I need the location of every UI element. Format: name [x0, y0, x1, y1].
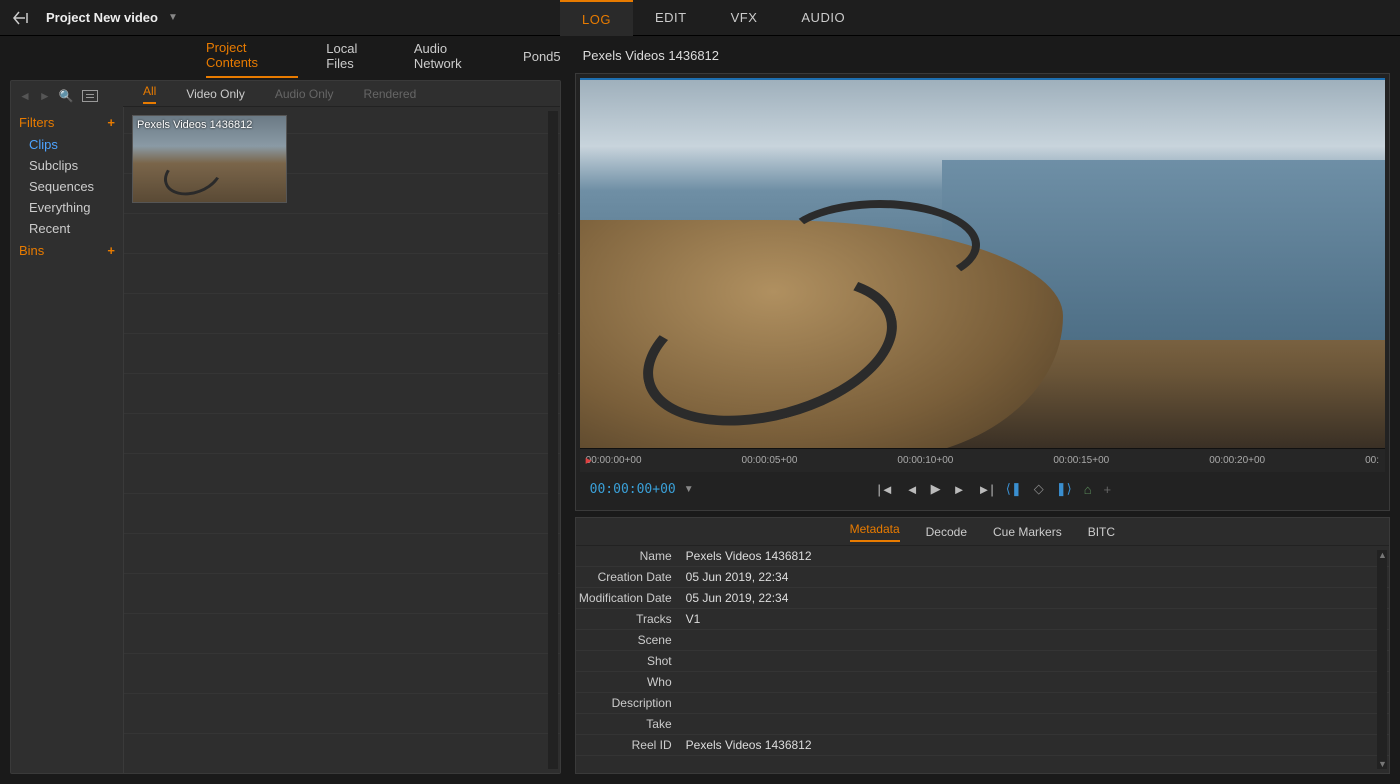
- top-bar: Project New video ▼ LOG EDIT VFX AUDIO: [0, 0, 1400, 36]
- back-icon[interactable]: [12, 8, 32, 28]
- metadata-scrollbar[interactable]: ▲ ▼: [1377, 550, 1387, 769]
- source-tab-pond5[interactable]: Pond5: [523, 49, 561, 70]
- metadata-label: Take: [576, 717, 680, 731]
- metadata-value[interactable]: V1: [680, 612, 1389, 626]
- clip-thumbnail-label: Pexels Videos 1436812: [137, 119, 252, 131]
- nav-back-icon[interactable]: ◄: [19, 89, 31, 103]
- metadata-value[interactable]: 05 Jun 2019, 22:34: [680, 591, 1389, 605]
- filters-header: Filters +: [19, 115, 115, 130]
- filter-subclips[interactable]: Subclips: [19, 155, 115, 176]
- right-panel: Pexels Videos 1436812 ▸ 00:00:00+00 00:0…: [571, 36, 1400, 784]
- tl-mark: 00:00:10+00: [897, 455, 953, 466]
- metadata-label: Tracks: [576, 612, 680, 626]
- metadata-row: Description: [576, 693, 1389, 714]
- metadata-label: Shot: [576, 654, 680, 668]
- mark-in-icon[interactable]: ⟨❚: [1006, 481, 1022, 497]
- left-panel: Project Contents Local Files Audio Netwo…: [0, 36, 571, 784]
- source-tabs: Project Contents Local Files Audio Netwo…: [10, 44, 561, 74]
- tl-mark: 00:00:20+00: [1209, 455, 1265, 466]
- nav-fwd-icon[interactable]: ►: [39, 89, 51, 103]
- view-mode-icon[interactable]: [82, 90, 98, 102]
- tl-mark: 00:00:05+00: [742, 455, 798, 466]
- metadata-row: Take: [576, 714, 1389, 735]
- metadata-label: Name: [576, 549, 680, 563]
- metadata-row: Scene: [576, 630, 1389, 651]
- project-dropdown-icon[interactable]: ▼: [168, 12, 178, 23]
- timecode-display[interactable]: 00:00:00+00: [590, 482, 676, 497]
- filter-tab-all[interactable]: All: [143, 84, 156, 104]
- content-browser: ◄ ► 🔍 Filters + Clips Subclips Sequences…: [10, 80, 561, 774]
- filters-label: Filters: [19, 115, 54, 130]
- bins-header: Bins +: [19, 243, 115, 258]
- tab-log[interactable]: LOG: [560, 0, 633, 36]
- metadata-row: Shot: [576, 651, 1389, 672]
- metadata-label: Who: [576, 675, 680, 689]
- meta-tab-bitc[interactable]: BITC: [1088, 525, 1115, 539]
- mark-out-icon[interactable]: ❚⟩: [1056, 481, 1072, 497]
- metadata-value[interactable]: Pexels Videos 1436812: [680, 549, 1389, 563]
- meta-tab-metadata[interactable]: Metadata: [850, 522, 900, 542]
- timecode-dropdown-icon[interactable]: ▼: [684, 484, 694, 495]
- home-icon[interactable]: ⌂: [1084, 482, 1092, 497]
- metadata-label: Scene: [576, 633, 680, 647]
- metadata-row: NamePexels Videos 1436812: [576, 546, 1389, 567]
- filter-clips[interactable]: Clips: [19, 134, 115, 155]
- search-icon[interactable]: 🔍: [59, 89, 74, 103]
- add-icon[interactable]: +: [1104, 482, 1112, 497]
- filter-sequences[interactable]: Sequences: [19, 176, 115, 197]
- marker-icon[interactable]: ◇: [1034, 481, 1044, 497]
- playhead-icon[interactable]: ▸: [586, 453, 592, 467]
- metadata-row: Reel IDPexels Videos 1436812: [576, 735, 1389, 756]
- clip-thumbnail[interactable]: Pexels Videos 1436812: [132, 115, 287, 203]
- viewer-canvas[interactable]: [580, 78, 1385, 448]
- step-back-icon[interactable]: ◄: [906, 482, 919, 497]
- clip-grid[interactable]: Pexels Videos 1436812: [123, 107, 560, 773]
- metadata-tabs: Metadata Decode Cue Markers BITC: [576, 518, 1389, 546]
- metadata-row: Who: [576, 672, 1389, 693]
- filter-tabs: All Video Only Audio Only Rendered: [123, 81, 560, 107]
- goto-end-icon[interactable]: ►|: [978, 482, 994, 497]
- metadata-label: Modification Date: [576, 591, 680, 605]
- viewer-title: Pexels Videos 1436812: [575, 44, 1390, 67]
- metadata-label: Reel ID: [576, 738, 680, 752]
- tl-mark: 00:00:15+00: [1053, 455, 1109, 466]
- metadata-panel: Metadata Decode Cue Markers BITC ▲ ▼ Nam…: [575, 517, 1390, 774]
- project-title: Project New video: [46, 10, 158, 25]
- bins-label: Bins: [19, 243, 44, 258]
- metadata-row: TracksV1: [576, 609, 1389, 630]
- filter-everything[interactable]: Everything: [19, 197, 115, 218]
- meta-tab-cue-markers[interactable]: Cue Markers: [993, 525, 1062, 539]
- meta-tab-decode[interactable]: Decode: [926, 525, 967, 539]
- metadata-label: Description: [576, 696, 680, 710]
- goto-start-icon[interactable]: |◄: [878, 482, 894, 497]
- transport-controls: 00:00:00+00 ▼ |◄ ◄ ▶ ► ►| ⟨❚ ◇ ❚⟩ ⌂ +: [580, 472, 1385, 506]
- main-tabs: LOG EDIT VFX AUDIO: [560, 0, 867, 36]
- tab-vfx[interactable]: VFX: [709, 0, 780, 36]
- tab-audio[interactable]: AUDIO: [779, 0, 867, 36]
- add-bin-icon[interactable]: +: [107, 243, 115, 258]
- play-icon[interactable]: ▶: [931, 481, 941, 497]
- filter-tab-video-only[interactable]: Video Only: [186, 87, 244, 101]
- add-filter-icon[interactable]: +: [107, 115, 115, 130]
- filter-tab-audio-only[interactable]: Audio Only: [275, 87, 334, 101]
- browser-sidebar: ◄ ► 🔍 Filters + Clips Subclips Sequences…: [11, 81, 123, 773]
- step-fwd-icon[interactable]: ►: [953, 482, 966, 497]
- metadata-value[interactable]: Pexels Videos 1436812: [680, 738, 1389, 752]
- metadata-row: Creation Date05 Jun 2019, 22:34: [576, 567, 1389, 588]
- source-tab-audio-network[interactable]: Audio Network: [414, 41, 495, 77]
- metadata-label: Creation Date: [576, 570, 680, 584]
- source-tab-project-contents[interactable]: Project Contents: [206, 40, 298, 78]
- tab-edit[interactable]: EDIT: [633, 0, 709, 36]
- viewer-timeline[interactable]: ▸ 00:00:00+00 00:00:05+00 00:00:10+00 00…: [580, 448, 1385, 472]
- viewer-frame: ▸ 00:00:00+00 00:00:05+00 00:00:10+00 00…: [575, 73, 1390, 511]
- filter-recent[interactable]: Recent: [19, 218, 115, 239]
- tl-mark: 00:00:00+00: [586, 455, 642, 466]
- grid-scrollbar[interactable]: [548, 111, 558, 769]
- metadata-row: Modification Date05 Jun 2019, 22:34: [576, 588, 1389, 609]
- source-tab-local-files[interactable]: Local Files: [326, 41, 386, 77]
- metadata-rows: ▲ ▼ NamePexels Videos 1436812Creation Da…: [576, 546, 1389, 773]
- tl-mark: 00:: [1365, 455, 1379, 466]
- metadata-value[interactable]: 05 Jun 2019, 22:34: [680, 570, 1389, 584]
- filter-tab-rendered[interactable]: Rendered: [364, 87, 417, 101]
